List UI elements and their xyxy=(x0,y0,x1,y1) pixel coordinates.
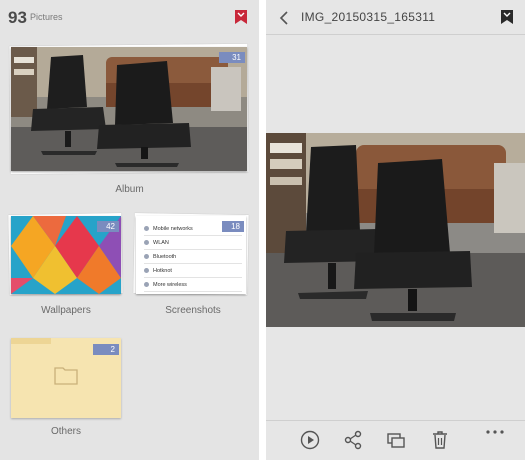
others-folder-cover: 2 xyxy=(11,338,121,418)
photo-chairs[interactable] xyxy=(266,133,525,327)
gallery-panel: 93 Pictures 31 Album 42 Wallpapers Mobil… xyxy=(0,0,259,460)
bookmark-icon[interactable] xyxy=(235,10,247,24)
album-count-badge: 31 xyxy=(219,52,245,63)
trash-icon[interactable] xyxy=(430,430,450,450)
play-icon[interactable] xyxy=(300,430,320,450)
album-cover-chairs-photo xyxy=(11,47,247,171)
viewer-panel: IMG_20150315_165311 xyxy=(266,0,525,460)
bookmark-icon[interactable] xyxy=(501,10,513,24)
screenshot-preview-row: More wireless xyxy=(144,278,242,292)
screenshot-preview-row: Hotknot xyxy=(144,264,242,278)
wallpapers-count-badge: 42 xyxy=(97,221,119,232)
others-count-badge: 2 xyxy=(93,344,119,355)
screenshot-preview-row: Bluetooth xyxy=(144,250,242,264)
folder-icon xyxy=(54,367,78,385)
more-icon[interactable] xyxy=(485,428,505,438)
share-icon[interactable] xyxy=(343,430,363,450)
picture-count-label: Pictures xyxy=(30,12,63,22)
slideshow-icon[interactable] xyxy=(386,430,406,450)
image-title: IMG_20150315_165311 xyxy=(301,10,436,24)
toolbar-divider xyxy=(266,420,525,421)
album-name-album: Album xyxy=(115,184,144,195)
header-divider xyxy=(266,34,525,35)
album-name-wallpapers: Wallpapers xyxy=(41,305,91,316)
picture-count: 93 xyxy=(8,8,27,27)
back-arrow-icon[interactable] xyxy=(279,11,289,25)
album-name-screenshots: Screenshots xyxy=(165,305,221,316)
screenshots-count-badge: 18 xyxy=(222,221,244,232)
screenshot-preview-row: WLAN xyxy=(144,236,242,250)
album-name-others: Others xyxy=(50,426,81,437)
